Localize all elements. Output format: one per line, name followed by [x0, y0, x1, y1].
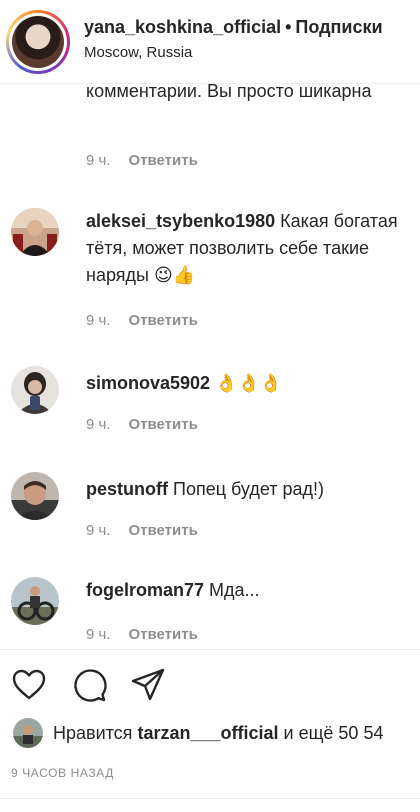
- divider: [0, 798, 420, 799]
- comment-time: 9 ч.: [86, 152, 111, 169]
- commenter-avatar[interactable]: [11, 472, 59, 520]
- comment-username[interactable]: aleksei_tsybenko1980: [86, 211, 275, 231]
- comment-username[interactable]: fogelroman77: [86, 580, 204, 600]
- comment-body: Мда...: [209, 580, 260, 600]
- post-actions-bar: [0, 649, 420, 705]
- reply-button[interactable]: Ответить: [129, 152, 198, 169]
- comment-emoji: 😉👍: [153, 265, 196, 285]
- comment-body: Попец будет рад!): [173, 479, 325, 499]
- location-link[interactable]: Moscow, Russia: [84, 44, 192, 61]
- reply-button[interactable]: Ответить: [129, 522, 198, 539]
- profile-avatar[interactable]: [6, 10, 70, 74]
- reply-button[interactable]: Ответить: [129, 626, 198, 643]
- reply-button[interactable]: Ответить: [129, 312, 198, 329]
- liker-username[interactable]: tarzan___official: [137, 723, 278, 743]
- comment-username[interactable]: simonova5902: [86, 373, 210, 393]
- share-icon[interactable]: [130, 667, 166, 703]
- likes-text: Нравится tarzan___official и ещё 50 54: [53, 723, 383, 744]
- likes-prefix: Нравится: [53, 723, 133, 743]
- previous-comment-text: комментарии. Вы просто шикарна: [86, 84, 372, 101]
- profile-photo: [12, 16, 64, 68]
- comment-text: pestunoff Попец будет рад!): [86, 476, 406, 503]
- comments-list[interactable]: комментарии. Вы просто шикарна 9 ч. Ответ…: [0, 84, 420, 649]
- liker-avatar[interactable]: [13, 718, 43, 748]
- likes-row[interactable]: Нравится tarzan___official и ещё 50 54: [0, 712, 420, 756]
- comment-meta: 9 ч. Ответить: [86, 312, 198, 329]
- comment-text: fogelroman77 Мда...: [86, 577, 406, 604]
- comment-time: 9 ч.: [86, 416, 111, 433]
- comment-icon[interactable]: [71, 667, 107, 703]
- comment-time: 9 ч.: [86, 522, 111, 539]
- profile-username-link[interactable]: yana_koshkina_official: [84, 17, 281, 37]
- comment-text: aleksei_tsybenko1980 Какая богатая тётя,…: [86, 208, 406, 289]
- comment-emoji: 👌👌👌: [215, 373, 283, 393]
- commenter-avatar[interactable]: [11, 208, 59, 256]
- likes-count[interactable]: и ещё 50 54: [284, 723, 384, 743]
- comment-time: 9 ч.: [86, 626, 111, 643]
- post-timestamp: 9 ЧАСОВ НАЗАД: [11, 766, 114, 780]
- commenter-avatar[interactable]: [11, 366, 59, 414]
- comment-meta: 9 ч. Ответить: [86, 416, 198, 433]
- separator-dot: •: [285, 17, 292, 37]
- header-title: yana_koshkina_official • Подписки: [84, 17, 383, 38]
- comment-meta: 9 ч. Ответить: [86, 522, 198, 539]
- comment-text: simonova5902 👌👌👌: [86, 370, 406, 397]
- commenter-avatar[interactable]: [11, 577, 59, 625]
- heart-icon[interactable]: [11, 667, 47, 703]
- post-header: yana_koshkina_official • Подписки Moscow, …: [0, 0, 420, 84]
- reply-button[interactable]: Ответить: [129, 416, 198, 433]
- comment-time: 9 ч.: [86, 312, 111, 329]
- comment-username[interactable]: pestunoff: [86, 479, 168, 499]
- comment-meta: 9 ч. Ответить: [86, 626, 198, 643]
- previous-comment-meta: 9 ч. Ответить: [86, 152, 198, 169]
- following-button[interactable]: Подписки: [295, 17, 382, 37]
